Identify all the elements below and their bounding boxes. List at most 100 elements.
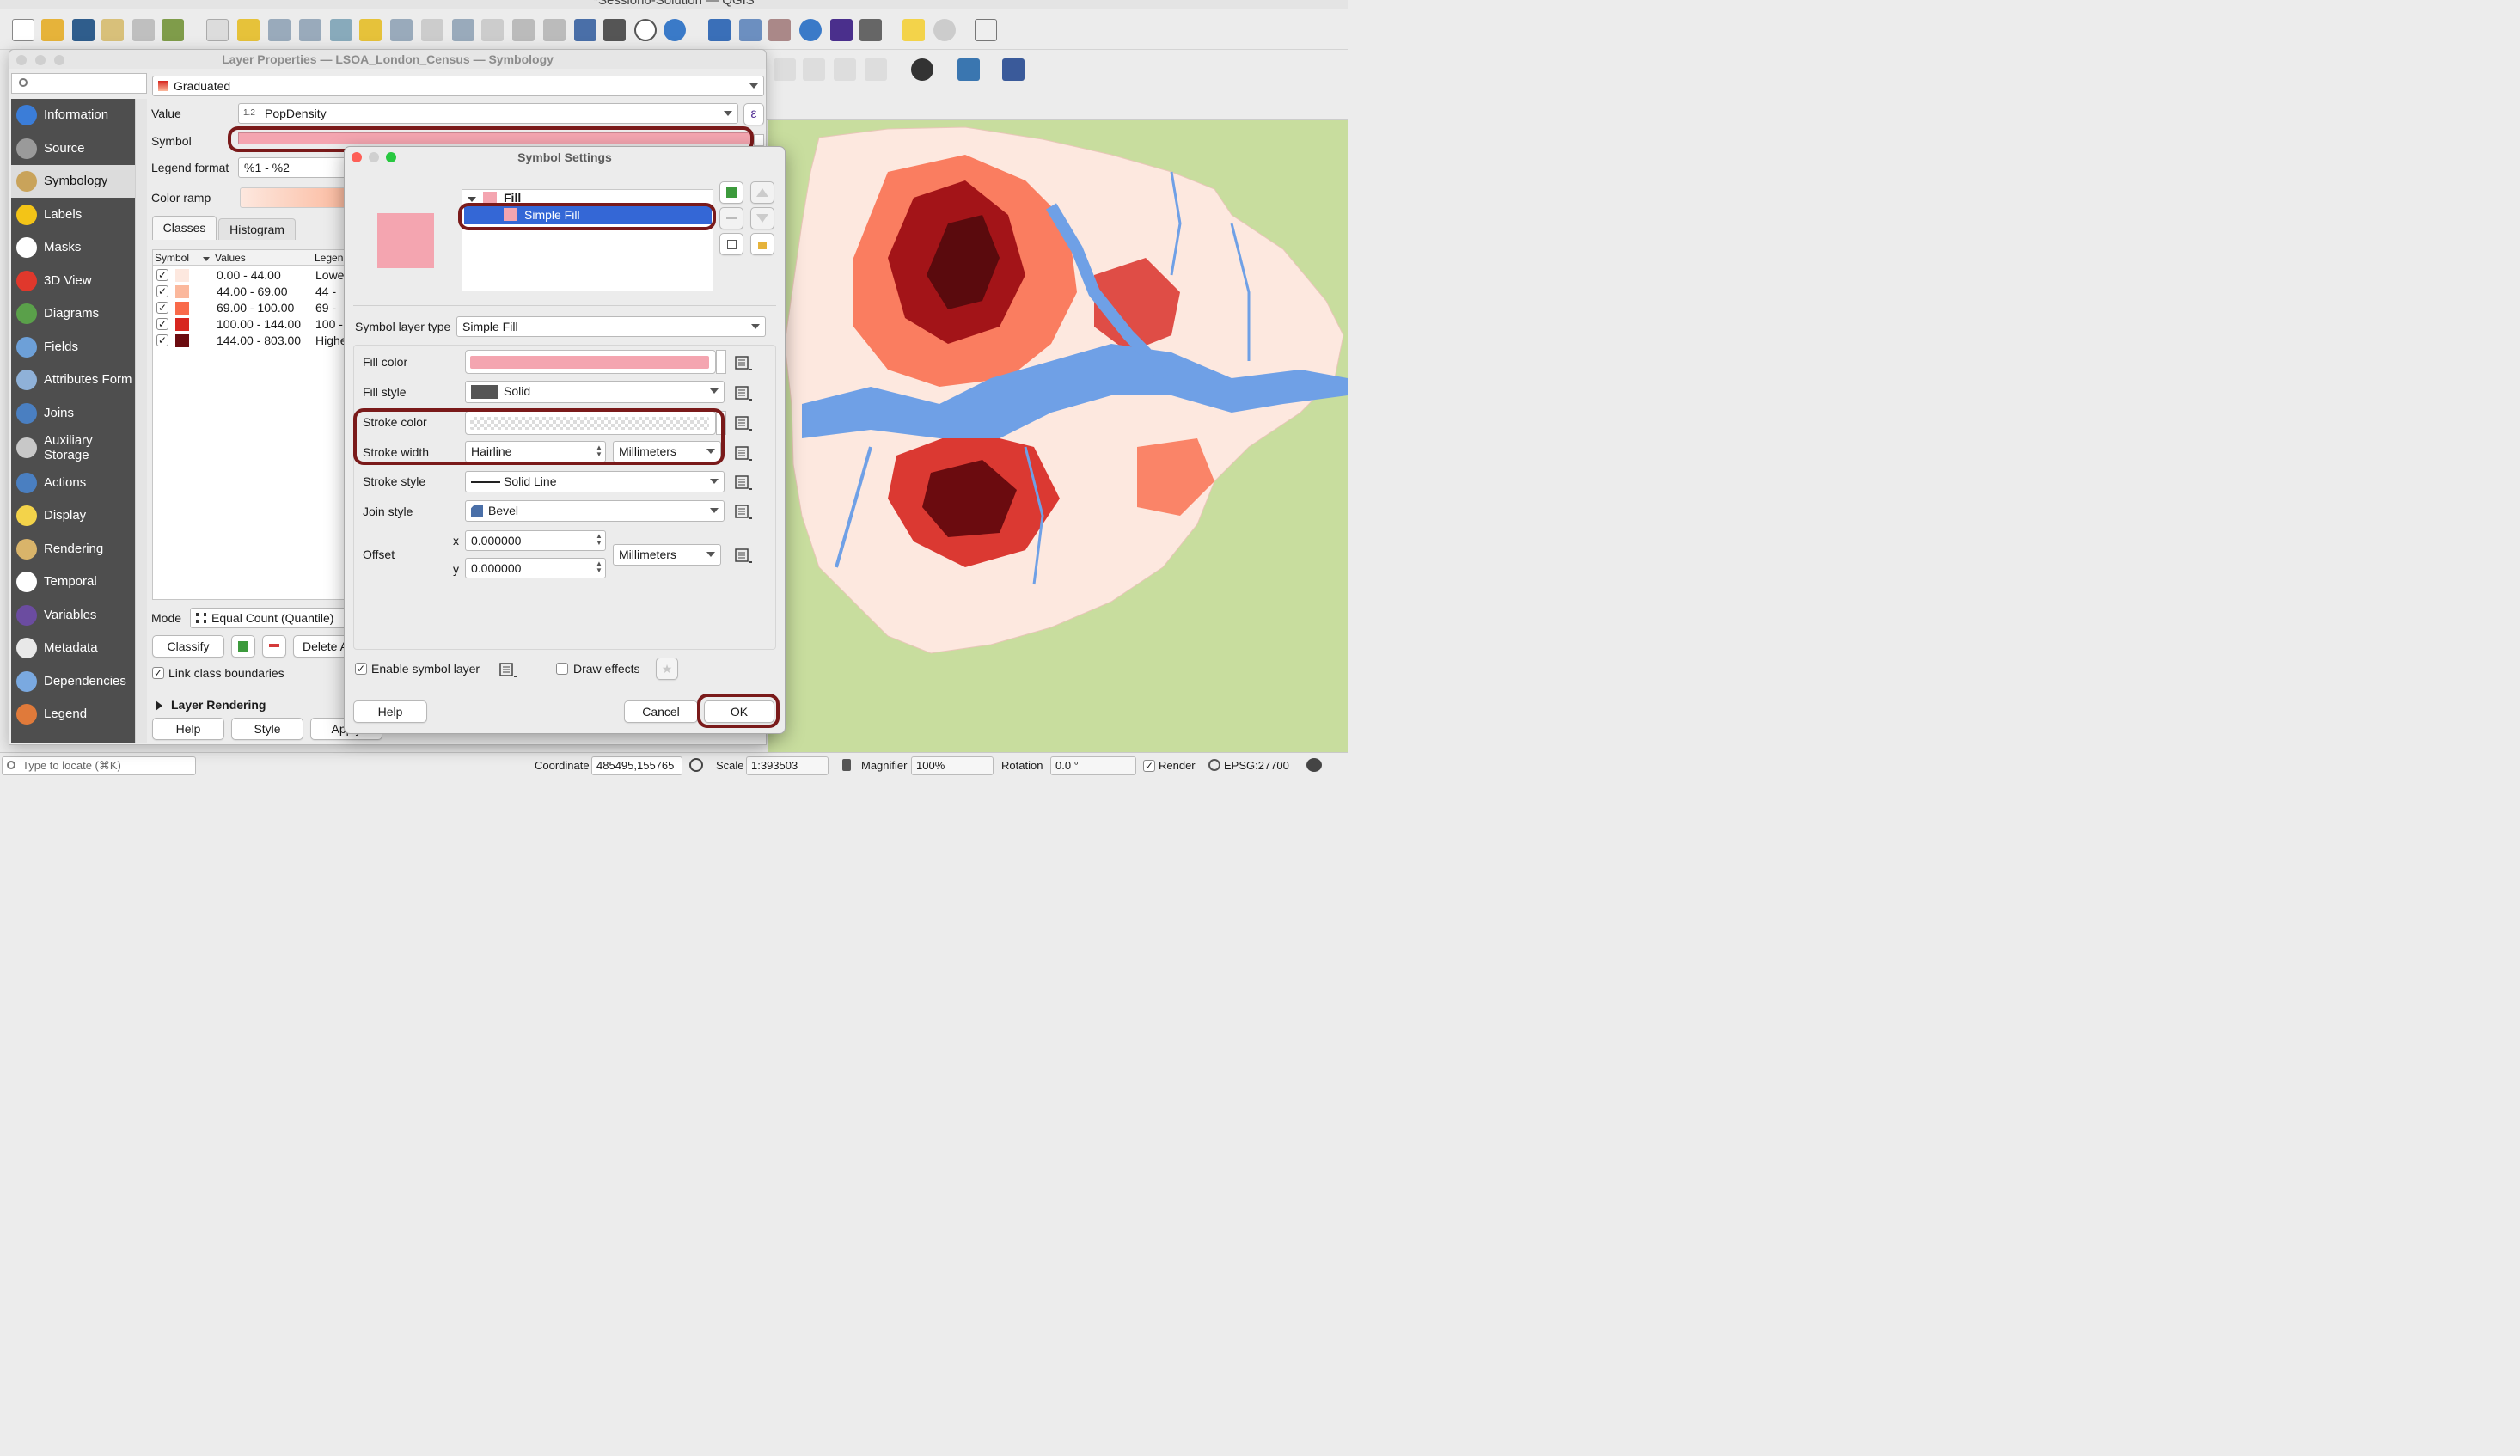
label-rotate-icon[interactable] (865, 58, 887, 81)
chevron-right-icon[interactable] (156, 700, 162, 711)
zoom-window-button[interactable] (54, 55, 64, 65)
crs-globe-icon[interactable] (1208, 759, 1220, 771)
data-defined-override-icon[interactable] (733, 502, 754, 521)
class-legend[interactable]: Lowe (315, 268, 345, 282)
class-legend[interactable]: Highe (315, 333, 345, 347)
scale-lock-icon[interactable] (842, 759, 851, 771)
enable-symbol-layer-checkbox[interactable]: ✓ (355, 663, 367, 675)
save-project-icon[interactable] (72, 19, 95, 41)
close-window-button[interactable] (16, 55, 27, 65)
nav-item-display[interactable]: Display (11, 499, 135, 532)
class-row[interactable]: ✓ 44.00 - 69.00 44 - (153, 284, 346, 300)
nav-item-diagrams[interactable]: Diagrams (11, 297, 135, 330)
class-visible-checkbox[interactable]: ✓ (156, 302, 168, 314)
identify-icon[interactable] (708, 19, 731, 41)
add-class-button[interactable] (231, 635, 255, 658)
fill-color-button[interactable] (465, 350, 716, 374)
class-legend[interactable]: 100 - (315, 317, 345, 331)
zoom-last-icon[interactable] (452, 19, 474, 41)
class-visible-checkbox[interactable]: ✓ (156, 334, 168, 346)
save-as-icon[interactable] (101, 19, 124, 41)
data-defined-override-icon[interactable] (733, 473, 754, 492)
help-contents-icon[interactable] (1002, 58, 1025, 81)
map-canvas[interactable] (768, 120, 1348, 752)
open-project-icon[interactable] (41, 19, 64, 41)
python-icon[interactable] (957, 58, 980, 81)
draw-effects-checkbox[interactable] (556, 663, 568, 675)
symbol-layer-type-select[interactable]: Simple Fill (456, 316, 766, 337)
mode-select[interactable]: Equal Count (Quantile) (190, 608, 350, 628)
class-visible-checkbox[interactable]: ✓ (156, 318, 168, 330)
minimize-window-button[interactable] (35, 55, 46, 65)
tab-classes[interactable]: Classes (152, 216, 217, 240)
nav-item-rendering[interactable]: Rendering (11, 533, 135, 566)
data-defined-override-icon[interactable] (498, 660, 518, 679)
class-row[interactable]: ✓ 0.00 - 44.00 Lowe (153, 267, 346, 284)
data-defined-override-icon[interactable] (733, 383, 754, 402)
join-style-select[interactable]: Bevel (465, 500, 725, 522)
cancel-button[interactable]: Cancel (624, 700, 698, 723)
nav-item-temporal[interactable]: Temporal (11, 566, 135, 598)
pan-hand-icon[interactable] (206, 19, 229, 41)
data-defined-override-icon[interactable] (733, 444, 754, 462)
class-visible-checkbox[interactable]: ✓ (156, 269, 168, 281)
zoom-native-icon[interactable] (421, 19, 443, 41)
style-menu-button[interactable]: Style (231, 718, 303, 740)
nav-item-symbology[interactable]: Symbology (11, 165, 135, 198)
fill-style-select[interactable]: Solid (465, 381, 725, 403)
new-map-view-icon[interactable] (512, 19, 535, 41)
print-layout-icon[interactable] (132, 19, 155, 41)
style-manager-icon[interactable] (162, 19, 184, 41)
tab-histogram[interactable]: Histogram (218, 218, 296, 240)
nav-item-information[interactable]: Information (11, 99, 135, 132)
duplicate-layer-button[interactable] (719, 233, 743, 255)
label-pin-icon[interactable] (803, 58, 825, 81)
renderer-select[interactable]: Graduated (152, 76, 764, 96)
text-annotation-icon[interactable] (975, 19, 997, 41)
zoom-full-icon[interactable] (330, 19, 352, 41)
annotations-gear-icon[interactable] (933, 19, 956, 41)
nav-item-legend[interactable]: Legend (11, 698, 135, 731)
coordinate-field[interactable]: 485495,155765 (591, 756, 682, 775)
plugin-globe-icon[interactable] (911, 58, 933, 81)
zoom-layer-icon[interactable] (390, 19, 413, 41)
extents-toggle-icon[interactable] (689, 758, 703, 772)
nav-item-labels[interactable]: Labels (11, 199, 135, 231)
nav-item-actions[interactable]: Actions (11, 467, 135, 499)
attribute-table-icon[interactable] (739, 19, 762, 41)
data-defined-override-icon[interactable] (733, 413, 754, 432)
header-symbol[interactable]: Symbol (155, 252, 189, 264)
show-bookmarks-icon[interactable] (603, 19, 626, 41)
classify-button[interactable]: Classify (152, 635, 224, 658)
help-button[interactable]: Help (353, 700, 427, 723)
class-row[interactable]: ✓ 100.00 - 144.00 100 - (153, 316, 346, 333)
link-boundaries-checkbox[interactable]: ✓ (152, 667, 164, 679)
zoom-next-icon[interactable] (481, 19, 504, 41)
zoom-out-icon[interactable] (299, 19, 321, 41)
color-ramp-button[interactable] (240, 187, 352, 208)
stroke-style-select[interactable]: Solid Line (465, 471, 725, 492)
class-legend[interactable]: 69 - (315, 301, 345, 315)
header-legend[interactable]: Legen (315, 252, 343, 264)
offset-unit-select[interactable]: Millimeters (613, 544, 721, 566)
nav-item-attributes-form[interactable]: Attributes Form (11, 364, 135, 396)
messages-icon[interactable] (1306, 758, 1322, 772)
processing-gear-icon[interactable] (799, 19, 822, 41)
render-checkbox[interactable]: ✓ (1143, 760, 1155, 772)
nav-item-auxiliary-storage[interactable]: Auxiliary Storage (11, 431, 135, 464)
value-field-select[interactable]: 1.2 PopDensity (238, 103, 738, 124)
class-legend[interactable]: 44 - (315, 284, 345, 298)
pan-to-selection-icon[interactable] (237, 19, 260, 41)
class-row[interactable]: ✓ 144.00 - 803.00 Highe (153, 333, 346, 349)
layer-rendering-header[interactable]: Layer Rendering (171, 698, 266, 712)
add-symbol-layer-button[interactable] (719, 181, 743, 204)
nav-item-joins[interactable]: Joins (11, 397, 135, 430)
map-tips-icon[interactable] (902, 19, 925, 41)
class-color-swatch[interactable] (175, 302, 189, 315)
class-color-swatch[interactable] (175, 285, 189, 298)
minimize-window-button[interactable] (369, 152, 379, 162)
effects-star-button[interactable]: ★ (656, 658, 678, 680)
bookmark-icon[interactable] (574, 19, 596, 41)
new-project-icon[interactable] (12, 19, 34, 41)
measure-icon[interactable] (859, 19, 882, 41)
